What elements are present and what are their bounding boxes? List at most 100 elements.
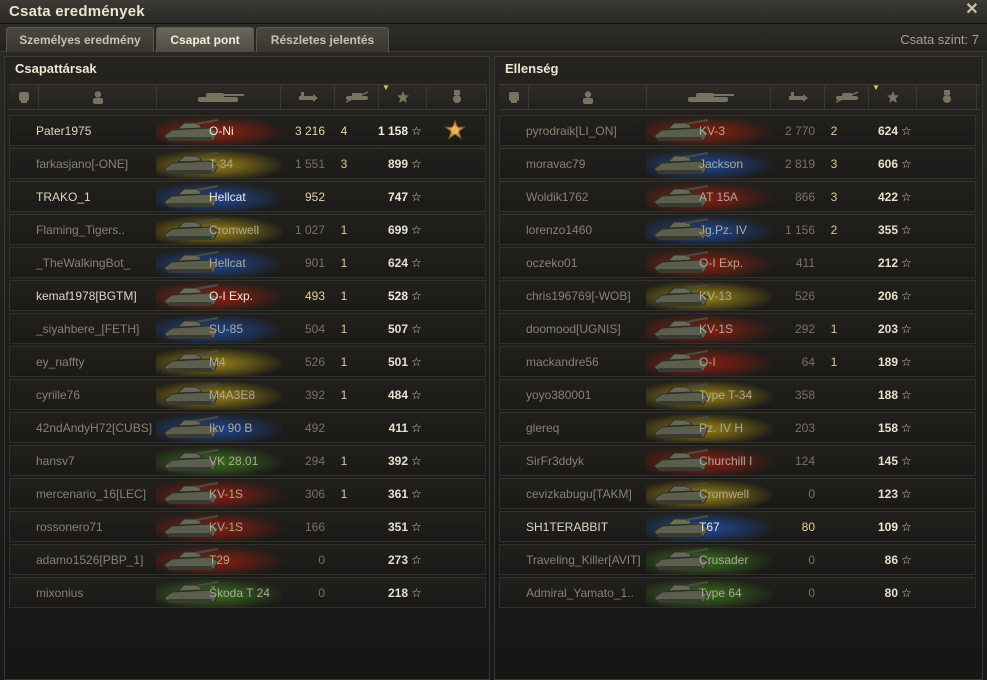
player-row[interactable]: pyrodraik[LI_ON] KV-3 2 770 2 624 ☆ xyxy=(499,115,976,146)
column-header-kills[interactable] xyxy=(335,85,379,109)
tab-team-score[interactable]: Csapat pont xyxy=(156,27,254,52)
player-row[interactable]: mixonius Škoda T 24 0 218 ☆ xyxy=(9,577,486,608)
column-header-medal[interactable] xyxy=(917,85,977,109)
player-name: pyrodraik[LI_ON] xyxy=(526,124,617,138)
player-row[interactable]: Traveling_Killer[AVIT] Crusader 0 86 ☆ xyxy=(499,544,976,575)
player-name: Traveling_Killer[AVIT] xyxy=(526,553,641,567)
xp-value: 747 xyxy=(387,190,408,204)
tank-name: Churchill I xyxy=(699,454,753,468)
player-name: rossonero71 xyxy=(36,520,103,534)
column-header-vehicle-class[interactable] xyxy=(9,85,39,109)
player-row[interactable]: farkasjano[-ONE] T-34 1 551 3 899 ☆ xyxy=(9,148,486,179)
player-row[interactable]: lorenzo1460 Jg.Pz. IV 1 156 2 355 ☆ xyxy=(499,214,976,245)
xp-value: 218 xyxy=(387,586,408,600)
player-row[interactable]: TRAKO_1 Hellcat 952 747 ☆ xyxy=(9,181,486,212)
column-header-player[interactable] xyxy=(39,85,157,109)
player-name: _TheWalkingBot_ xyxy=(36,256,131,270)
xp-star-icon: ☆ xyxy=(411,322,422,336)
tab-personal-results[interactable]: Személyes eredmény xyxy=(6,27,154,52)
vehicle-class-icon xyxy=(507,90,521,104)
damage-value: 1 551 xyxy=(294,157,325,171)
xp-star-icon: ☆ xyxy=(901,223,912,237)
kills-value: 3 xyxy=(830,190,838,204)
damage-value: 203 xyxy=(794,421,815,435)
xp-value: 1 158 xyxy=(377,124,408,138)
close-icon[interactable]: ✕ xyxy=(963,1,981,19)
player-row[interactable]: kemaf1978[BGTM] O-I Exp. 493 1 528 ☆ xyxy=(9,280,486,311)
player-row[interactable]: rossonero71 KV-1S 166 351 ☆ xyxy=(9,511,486,542)
xp-star-icon: ☆ xyxy=(411,586,422,600)
player-row[interactable]: mercenario_16[LEC] KV-1S 306 1 361 ☆ xyxy=(9,478,486,509)
column-header-damage[interactable] xyxy=(281,85,335,109)
xp-value: 203 xyxy=(877,322,898,336)
xp-star-icon: ☆ xyxy=(411,190,422,204)
damage-value: 492 xyxy=(304,421,325,435)
tank-name: M4 xyxy=(209,355,226,369)
xp-star-icon: ☆ xyxy=(901,256,912,270)
column-header-xp-star[interactable]: ▼ xyxy=(379,83,427,109)
xp-star-icon: ☆ xyxy=(901,289,912,303)
player-row[interactable]: yoyo380001 Type T-34 358 188 ☆ xyxy=(499,379,976,410)
player-row[interactable]: SH1TERABBIT T67 80 109 ☆ xyxy=(499,511,976,542)
player-row[interactable]: Pater1975 O-Ni 3 216 4 1 158 ☆ xyxy=(9,115,486,146)
xp-value: 507 xyxy=(387,322,408,336)
player-name: cevizkabugu[TAKM] xyxy=(526,487,632,501)
kills-value: 1 xyxy=(830,355,838,369)
player-row[interactable]: mackandre56 O-I 64 1 189 ☆ xyxy=(499,346,976,377)
xp-star-icon: ☆ xyxy=(411,256,422,270)
xp-value: 355 xyxy=(877,223,898,237)
xp-star-icon: ☆ xyxy=(411,520,422,534)
player-row[interactable]: chris196769[-WOB] KV-13 526 206 ☆ xyxy=(499,280,976,311)
kills-value: 1 xyxy=(830,322,838,336)
player-row[interactable]: _TheWalkingBot_ Hellcat 901 1 624 ☆ xyxy=(9,247,486,278)
player-row[interactable]: adamo1526[PBP_1] T29 0 273 ☆ xyxy=(9,544,486,575)
kills-value: 3 xyxy=(340,157,348,171)
player-name: yoyo380001 xyxy=(526,388,592,402)
tank-name: Hellcat xyxy=(209,190,246,204)
player-row[interactable]: Woldik1762 AT 15A 866 3 422 ☆ xyxy=(499,181,976,212)
tank-name: KV-1S xyxy=(209,520,244,534)
tank-name: Crusader xyxy=(699,553,749,567)
column-header-damage[interactable] xyxy=(771,85,825,109)
xp-star-icon: ☆ xyxy=(901,124,912,138)
player-row[interactable]: cevizkabugu[TAKM] Cromwell 0 123 ☆ xyxy=(499,478,976,509)
kills-value: 1 xyxy=(340,289,348,303)
column-header-vehicle-class[interactable] xyxy=(499,85,529,109)
player-row[interactable]: SirFr3ddyk Churchill I 124 145 ☆ xyxy=(499,445,976,476)
player-row[interactable]: doomood[UGNIS] KV-1S 292 1 203 ☆ xyxy=(499,313,976,344)
column-header-xp-star[interactable]: ▼ xyxy=(869,83,917,109)
column-header-medal[interactable] xyxy=(427,85,487,109)
column-header-tank[interactable] xyxy=(157,85,281,109)
damage-value: 526 xyxy=(794,289,815,303)
player-row[interactable]: Admiral_Yamato_1.. Type 64 0 80 ☆ xyxy=(499,577,976,608)
player-row[interactable]: _siyahbere_[FETH] SU-85 504 1 507 ☆ xyxy=(9,313,486,344)
damage-value: 294 xyxy=(304,454,325,468)
enemies-title: Ellenség xyxy=(505,61,559,76)
player-row[interactable]: ey_naffty M4 526 1 501 ☆ xyxy=(9,346,486,377)
player-row[interactable]: 42ndAndyH72[CUBS] Ikv 90 B 492 411 ☆ xyxy=(9,412,486,443)
column-header-tank[interactable] xyxy=(647,85,771,109)
player-row[interactable]: oczeko01 O-I Exp. 411 212 ☆ xyxy=(499,247,976,278)
damage-value: 1 027 xyxy=(294,223,325,237)
xp-value: 392 xyxy=(387,454,408,468)
damage-value: 166 xyxy=(304,520,325,534)
player-row[interactable]: cyrille76 M4A3E8 392 1 484 ☆ xyxy=(9,379,486,410)
column-header-player[interactable] xyxy=(529,85,647,109)
xp-value: 411 xyxy=(388,421,408,435)
xp-star-icon: ☆ xyxy=(901,487,912,501)
xp-value: 899 xyxy=(387,157,408,171)
player-row[interactable]: glereq Pz. IV H 203 158 ☆ xyxy=(499,412,976,443)
xp-star-icon: ☆ xyxy=(901,586,912,600)
tab-detailed-report[interactable]: Részletes jelentés xyxy=(256,27,389,52)
xp-value: 351 xyxy=(387,520,408,534)
kills-value: 3 xyxy=(830,157,838,171)
xp-value: 273 xyxy=(387,553,408,567)
player-row[interactable]: Flaming_Tigers.. Cromwell 1 027 1 699 ☆ xyxy=(9,214,486,245)
tank-name: KV-3 xyxy=(699,124,726,138)
player-row[interactable]: hansv7 VK 28.01 294 1 392 ☆ xyxy=(9,445,486,476)
column-header-kills[interactable] xyxy=(825,85,869,109)
medal-icon xyxy=(451,89,463,105)
medal-icon[interactable] xyxy=(443,118,467,142)
xp-star-icon: ☆ xyxy=(901,388,912,402)
player-row[interactable]: moravac79 Jackson 2 819 3 606 ☆ xyxy=(499,148,976,179)
